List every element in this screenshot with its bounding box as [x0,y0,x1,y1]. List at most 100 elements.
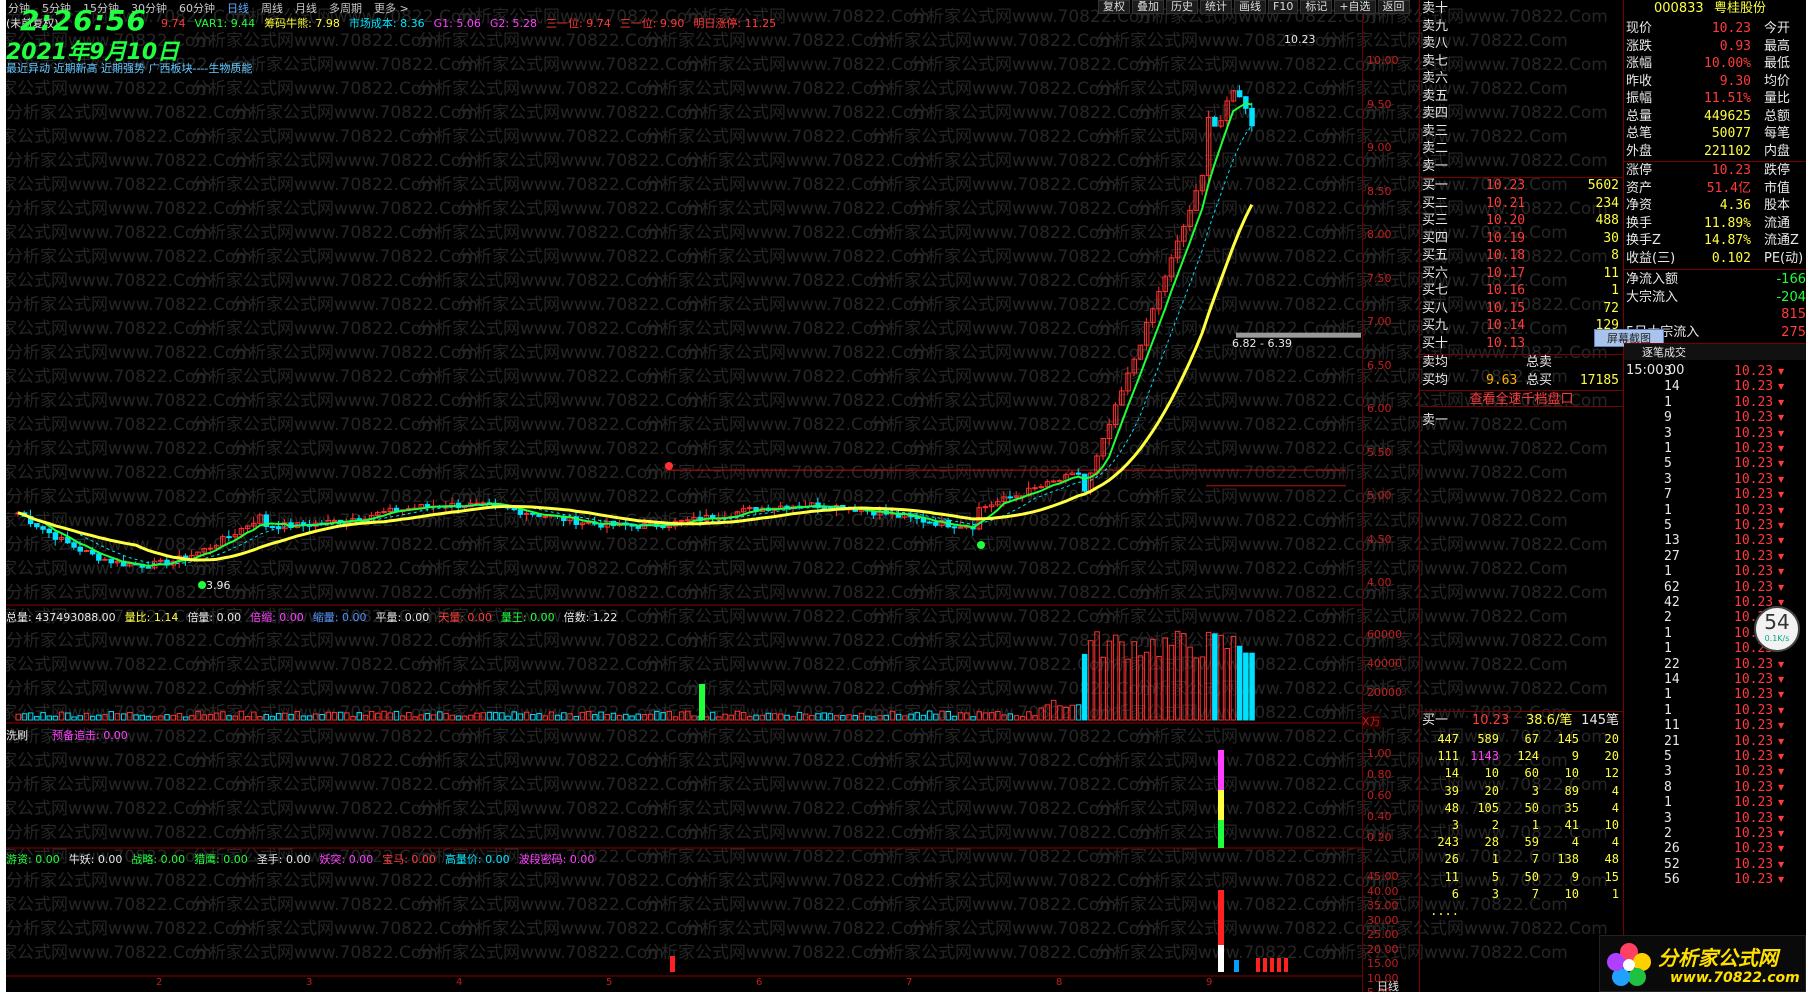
volume-bar [158,715,164,721]
sell-level[interactable]: 卖三 [1420,123,1623,140]
volume-bar [573,715,579,721]
sell-level[interactable]: 卖八 [1420,35,1623,52]
sell-level[interactable]: 卖五 [1420,88,1623,105]
tick-header[interactable]: 逐笔成交 [1624,343,1806,360]
volume-bar [77,715,83,721]
volume-bar [542,715,548,721]
full-depth-link[interactable]: 查看全速千档盘口 [1420,390,1623,407]
toolbar-button[interactable]: 返回 [1377,0,1410,14]
indicator-value: 总量: 437493088.00 [6,611,116,624]
kline-chart[interactable] [6,0,1362,992]
indicator-value: 天量: 0.00 [438,611,492,624]
buy-level[interactable]: 买九 10.14 129 [1420,317,1623,334]
volume-bar [629,715,635,721]
volume-bar [1249,652,1255,721]
buy-level-volume: 1 [1611,283,1619,298]
queue-cell: 1 [1611,886,1619,901]
volume-bar [455,715,462,721]
buy-level[interactable]: 买三 10.20 488 [1420,212,1623,229]
quote-value: 11.51% [1704,91,1751,106]
candle-body [542,515,548,518]
volume-bar [313,713,319,721]
signal-bar [670,956,675,972]
volume-bar [840,715,846,721]
queue-price: 10.23 [1472,713,1510,728]
tick-price: 10.23 [1734,856,1774,872]
tick-volume: 56 [1664,872,1680,888]
tick-volume: 1 [1664,502,1672,518]
queue-cell: 9 [1571,869,1579,884]
queue-cell: 1143 [1470,749,1499,764]
tick-price: 10.23 [1734,841,1774,857]
tick-direction-icon: ▼ [1778,428,1785,438]
volume-bar [1057,705,1063,721]
buy-level-name: 买二 [1422,195,1449,211]
tick-row: 10.23 ▼ 21 [1624,734,1806,749]
tick-direction-icon: ▼ [1778,382,1785,392]
buy-level[interactable]: 买十10.1310 [1420,335,1623,352]
sell-level[interactable]: 卖二 [1420,140,1623,157]
volume-bar [275,713,282,721]
queue-row: 48 105 50 35 4 [1420,800,1623,817]
low-price-label: 3.96 [206,579,231,592]
volume-bar [753,714,759,721]
sell-level[interactable]: 卖七 [1420,53,1623,70]
quote-right-label: 量比 [1764,91,1791,106]
sell-level[interactable]: 卖九 [1420,18,1623,35]
candle-body [34,523,40,528]
sell-level[interactable]: 卖十 [1420,0,1623,17]
buy-level[interactable]: 买六 10.17 11 [1420,265,1623,282]
volume-bar [89,715,96,721]
stock-code: 000833 [1654,1,1704,16]
volume-bar [728,714,734,721]
speed-badge[interactable]: 54 0.1K/s [1754,606,1800,652]
buy-level[interactable]: 买七 10.16 1 [1420,282,1623,299]
sell-level[interactable]: 卖一 [1420,158,1623,175]
buy-level[interactable]: 买八 10.15 72 [1420,300,1623,317]
volume-bar [362,714,369,721]
buy-level[interactable]: 买二 10.21 234 [1420,195,1623,212]
tick-row: 10.23 ▼ 11 [1624,718,1806,733]
volume-bar [561,712,567,721]
tick-price: 10.23 [1734,795,1774,811]
tick-direction-icon: ▼ [1778,752,1785,761]
sell-level-name: 卖三 [1422,123,1449,139]
volume-bar [480,712,486,721]
ind3-axis-label: 20.00 [1367,942,1399,956]
buy-level[interactable]: 买一 10.23 5602 [1420,177,1623,194]
tick-direction-icon: ▼ [1778,367,1785,376]
buy-level-price: 10.19 [1486,230,1526,246]
volume-bar [412,716,418,721]
flow-value: 815 [1781,307,1806,322]
volume-bar [499,712,505,721]
buy-level[interactable]: 买五 10.18 8 [1420,247,1623,264]
tick-price: 10.23 [1734,872,1774,888]
tick-volume: 1 [1664,795,1672,811]
volume-bar [616,714,623,721]
quote-value: 50077 [1711,126,1751,141]
tick-direction-icon: ▼ [1778,859,1785,869]
volume-bar [437,711,443,721]
tick-row: 10.23 ▼ 1 [1624,795,1806,810]
buy-level-volume: 72 [1603,300,1619,316]
volume-bar [889,710,896,721]
volume-bar [120,713,127,721]
tick-direction-icon: ▼ [1778,582,1785,592]
tick-price: 10.23 [1734,548,1774,564]
queue-cell: 447 [1437,732,1459,746]
buy-level-name: 买七 [1422,283,1449,298]
quote-label: 资产 [1626,180,1653,196]
tick-direction-icon: ▼ [1778,690,1785,700]
volume-bar [1075,704,1082,721]
quote-row: 净资 4.36 股本 [1624,197,1806,214]
buy-level[interactable]: 买四 10.19 30 [1420,230,1623,247]
total-label: 总卖 [1526,355,1553,370]
volume-bar [34,715,40,721]
sell-level[interactable]: 卖四 [1420,105,1623,122]
volume-bar [40,712,46,721]
tick-row: 10.23 ▼ 14 [1624,379,1806,394]
queue-cell: 14 [1444,766,1459,781]
buy-level-volume: 488 [1595,213,1619,228]
tick-volume: 1 [1664,687,1672,703]
sell-level[interactable]: 卖六 [1420,70,1623,87]
